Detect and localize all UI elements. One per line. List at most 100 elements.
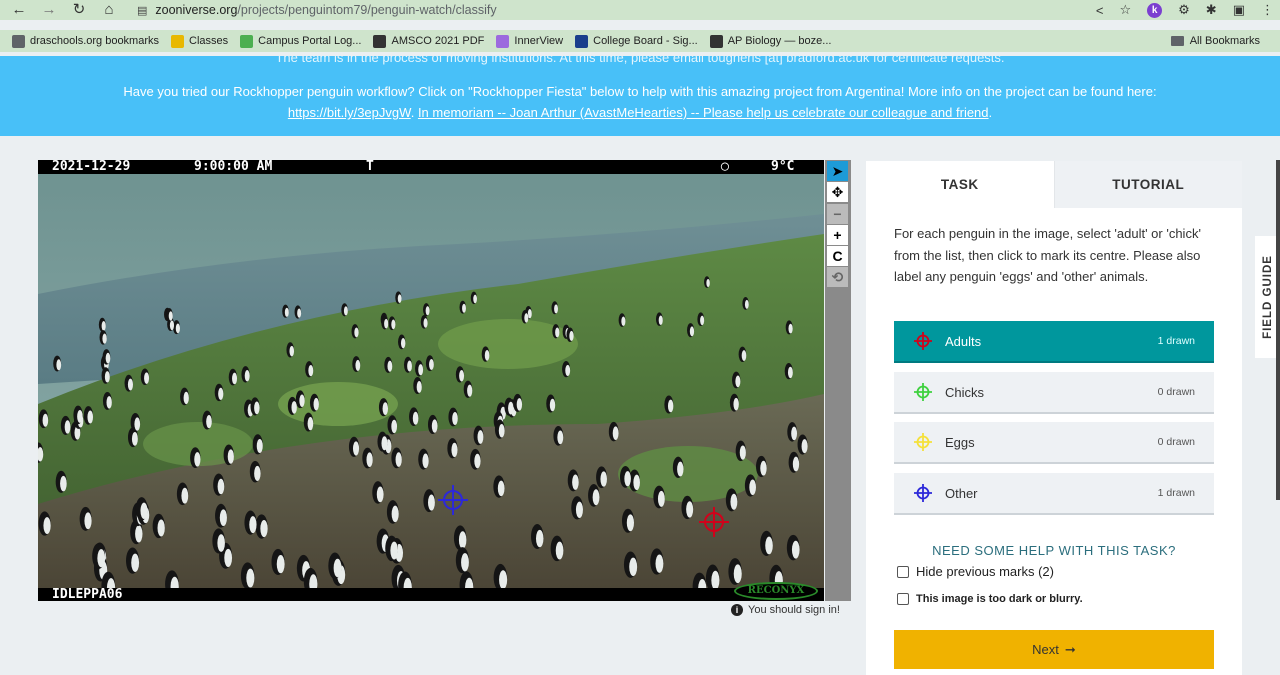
camera-t-label: T [366, 160, 374, 174]
camera-header: 2021-12-29 9:00:00 AM T ◯ 9°C [38, 160, 824, 174]
move-tool-icon[interactable]: ✥ [827, 182, 848, 202]
choice-label: Chicks [945, 384, 985, 400]
too-dark-checkbox[interactable]: This image is too dark or blurry. [897, 593, 1083, 605]
reconyx-logo: RECONYX [734, 582, 818, 600]
amsco-icon [373, 34, 387, 48]
choice-label: Eggs [945, 434, 975, 450]
url-field[interactable]: ▤ zooniverse.org/projects/penguintom79/p… [137, 0, 497, 20]
sign-in-text: You should sign in! [748, 604, 840, 616]
bookmark-label: AMSCO 2021 PDF [391, 35, 485, 47]
camera-site-id: IDLEPPA06 [52, 587, 123, 601]
bookmark-item[interactable]: AP Biology — boze... [709, 34, 832, 48]
too-dark-label: This image is too dark or blurry. [916, 593, 1083, 605]
task-panel: TASK TUTORIAL For each penguin in the im… [866, 161, 1242, 675]
bookmark-label: AP Biology — boze... [727, 35, 832, 47]
url-path: /projects/penguintom79/penguin-watch/cla… [237, 3, 497, 17]
task-instructions: For each penguin in the image, select 'a… [894, 226, 1201, 284]
zoom-in-icon[interactable]: + [827, 225, 848, 245]
checkbox-box[interactable] [897, 565, 909, 578]
need-help-link[interactable]: NEED SOME HELP WITH THIS TASK? [894, 543, 1214, 558]
classes-icon [171, 34, 185, 48]
innerview-icon [496, 34, 510, 48]
choice-count: 1 drawn [1157, 335, 1195, 347]
crosshair-icon [914, 332, 932, 350]
info-icon: i [731, 604, 743, 616]
pointer-tool-icon[interactable]: ➤ [827, 161, 848, 181]
puzzle-icon[interactable]: ✱ [1206, 2, 1217, 18]
choice-label: Other [945, 485, 978, 501]
bookmark-label: InnerView [514, 35, 564, 47]
share-icon[interactable]: < [1096, 3, 1104, 18]
choice-other[interactable]: Other 1 drawn [894, 473, 1214, 515]
forward-arrow-icon[interactable]: → [38, 1, 60, 19]
penguin-colony-photo[interactable] [38, 174, 824, 588]
site-info-icon[interactable]: ▤ [137, 4, 147, 17]
bitly-link[interactable]: https://bit.ly/3epJvgW [288, 105, 411, 120]
bookmark-label: Campus Portal Log... [258, 35, 362, 47]
college-board-icon [575, 34, 589, 48]
all-bookmarks-label: All Bookmarks [1189, 35, 1260, 47]
choice-count: 0 drawn [1157, 436, 1195, 448]
camera-footer: IDLEPPA06 [38, 588, 824, 601]
choice-count: 1 drawn [1157, 487, 1195, 499]
folder-icon [1170, 36, 1184, 46]
bookmark-item[interactable]: Classes [171, 34, 229, 48]
next-button[interactable]: Next ➞ [894, 630, 1214, 669]
back-arrow-icon[interactable]: ← [8, 1, 30, 19]
next-label: Next [1032, 642, 1059, 657]
hide-marks-checkbox[interactable]: Hide previous marks (2) [897, 564, 1054, 579]
bookmarks-bar: draschools.org bookmarks Classes Campus Po… [0, 30, 1280, 52]
folder-icon [12, 34, 25, 48]
banner-top-line: The team is in the process of moving ins… [275, 56, 1005, 65]
bookmark-item[interactable]: draschools.org bookmarks [12, 34, 160, 48]
bookmark-label: College Board - Sig... [593, 35, 698, 47]
banner-line-1: Have you tried our Rockhopper penguin wo… [123, 84, 1157, 99]
hide-marks-label: Hide previous marks (2) [916, 564, 1054, 579]
choice-chicks[interactable]: Chicks 0 drawn [894, 372, 1214, 414]
browser-actions: < ☆ k ⚙ ✱ ▣ ⋮ [1096, 0, 1274, 20]
viewer-toolbar: ➤ ✥ − + C ⟲ [825, 160, 851, 601]
choice-adults[interactable]: Adults 1 drawn [894, 321, 1214, 363]
task-tabs: TASK TUTORIAL [866, 161, 1242, 208]
choice-eggs[interactable]: Eggs 0 drawn [894, 422, 1214, 464]
home-icon[interactable]: ⌂ [98, 1, 120, 19]
reset-icon[interactable]: ⟲ [827, 267, 848, 287]
crosshair-icon [914, 433, 932, 451]
arrow-right-icon: ➞ [1064, 641, 1076, 657]
profile-avatar[interactable]: k [1147, 2, 1163, 18]
bookmark-item[interactable]: College Board - Sig... [575, 34, 698, 48]
crosshair-icon [914, 484, 932, 502]
moon-phase-icon: ◯ [721, 160, 729, 174]
choice-label: Adults [945, 333, 982, 349]
field-guide-label: FIELD GUIDE [1261, 255, 1274, 339]
bookmark-label: Classes [189, 35, 229, 47]
page-scrollbar[interactable] [1276, 160, 1280, 500]
subject-image-viewer[interactable]: 2021-12-29 9:00:00 AM T ◯ 9°C IDLEPPA06 … [38, 160, 824, 601]
star-icon[interactable]: ☆ [1119, 2, 1131, 18]
bookmark-item[interactable]: InnerView [496, 34, 564, 48]
memoriam-link[interactable]: In memoriam -- Joan Arthur (AvastMeHeart… [418, 105, 989, 120]
all-bookmarks[interactable]: All Bookmarks [1170, 30, 1260, 52]
tab-task[interactable]: TASK [866, 161, 1054, 208]
url-host: zooniverse.org [155, 3, 238, 17]
tab-tutorial[interactable]: TUTORIAL [1053, 161, 1242, 208]
reload-icon[interactable]: ↻ [68, 1, 90, 19]
camera-time: 9:00:00 AM [194, 160, 273, 174]
sign-in-notice[interactable]: i You should sign in! [731, 604, 840, 616]
menu-icon[interactable]: ⋮ [1261, 2, 1274, 18]
announcement-banner: The team is in the process of moving ins… [0, 56, 1280, 136]
bookmark-item[interactable]: Campus Portal Log... [240, 34, 362, 48]
extension-icon[interactable]: ⚙ [1178, 2, 1190, 18]
checkbox-box[interactable] [897, 593, 909, 605]
banner-line-2: https://bit.ly/3epJvgW. In memoriam -- J… [287, 105, 993, 120]
sidepanel-icon[interactable]: ▣ [1233, 2, 1245, 18]
camera-temp: 9°C [771, 160, 795, 174]
bookmark-label: draschools.org bookmarks [30, 35, 160, 47]
bookmark-item[interactable]: AMSCO 2021 PDF [373, 34, 485, 48]
camera-date: 2021-12-29 [52, 160, 131, 174]
campus-portal-icon [240, 34, 254, 48]
zoom-out-icon[interactable]: − [827, 204, 848, 224]
rotate-icon[interactable]: C [827, 246, 848, 266]
choice-count: 0 drawn [1157, 386, 1195, 398]
ap-biology-icon [709, 34, 723, 48]
